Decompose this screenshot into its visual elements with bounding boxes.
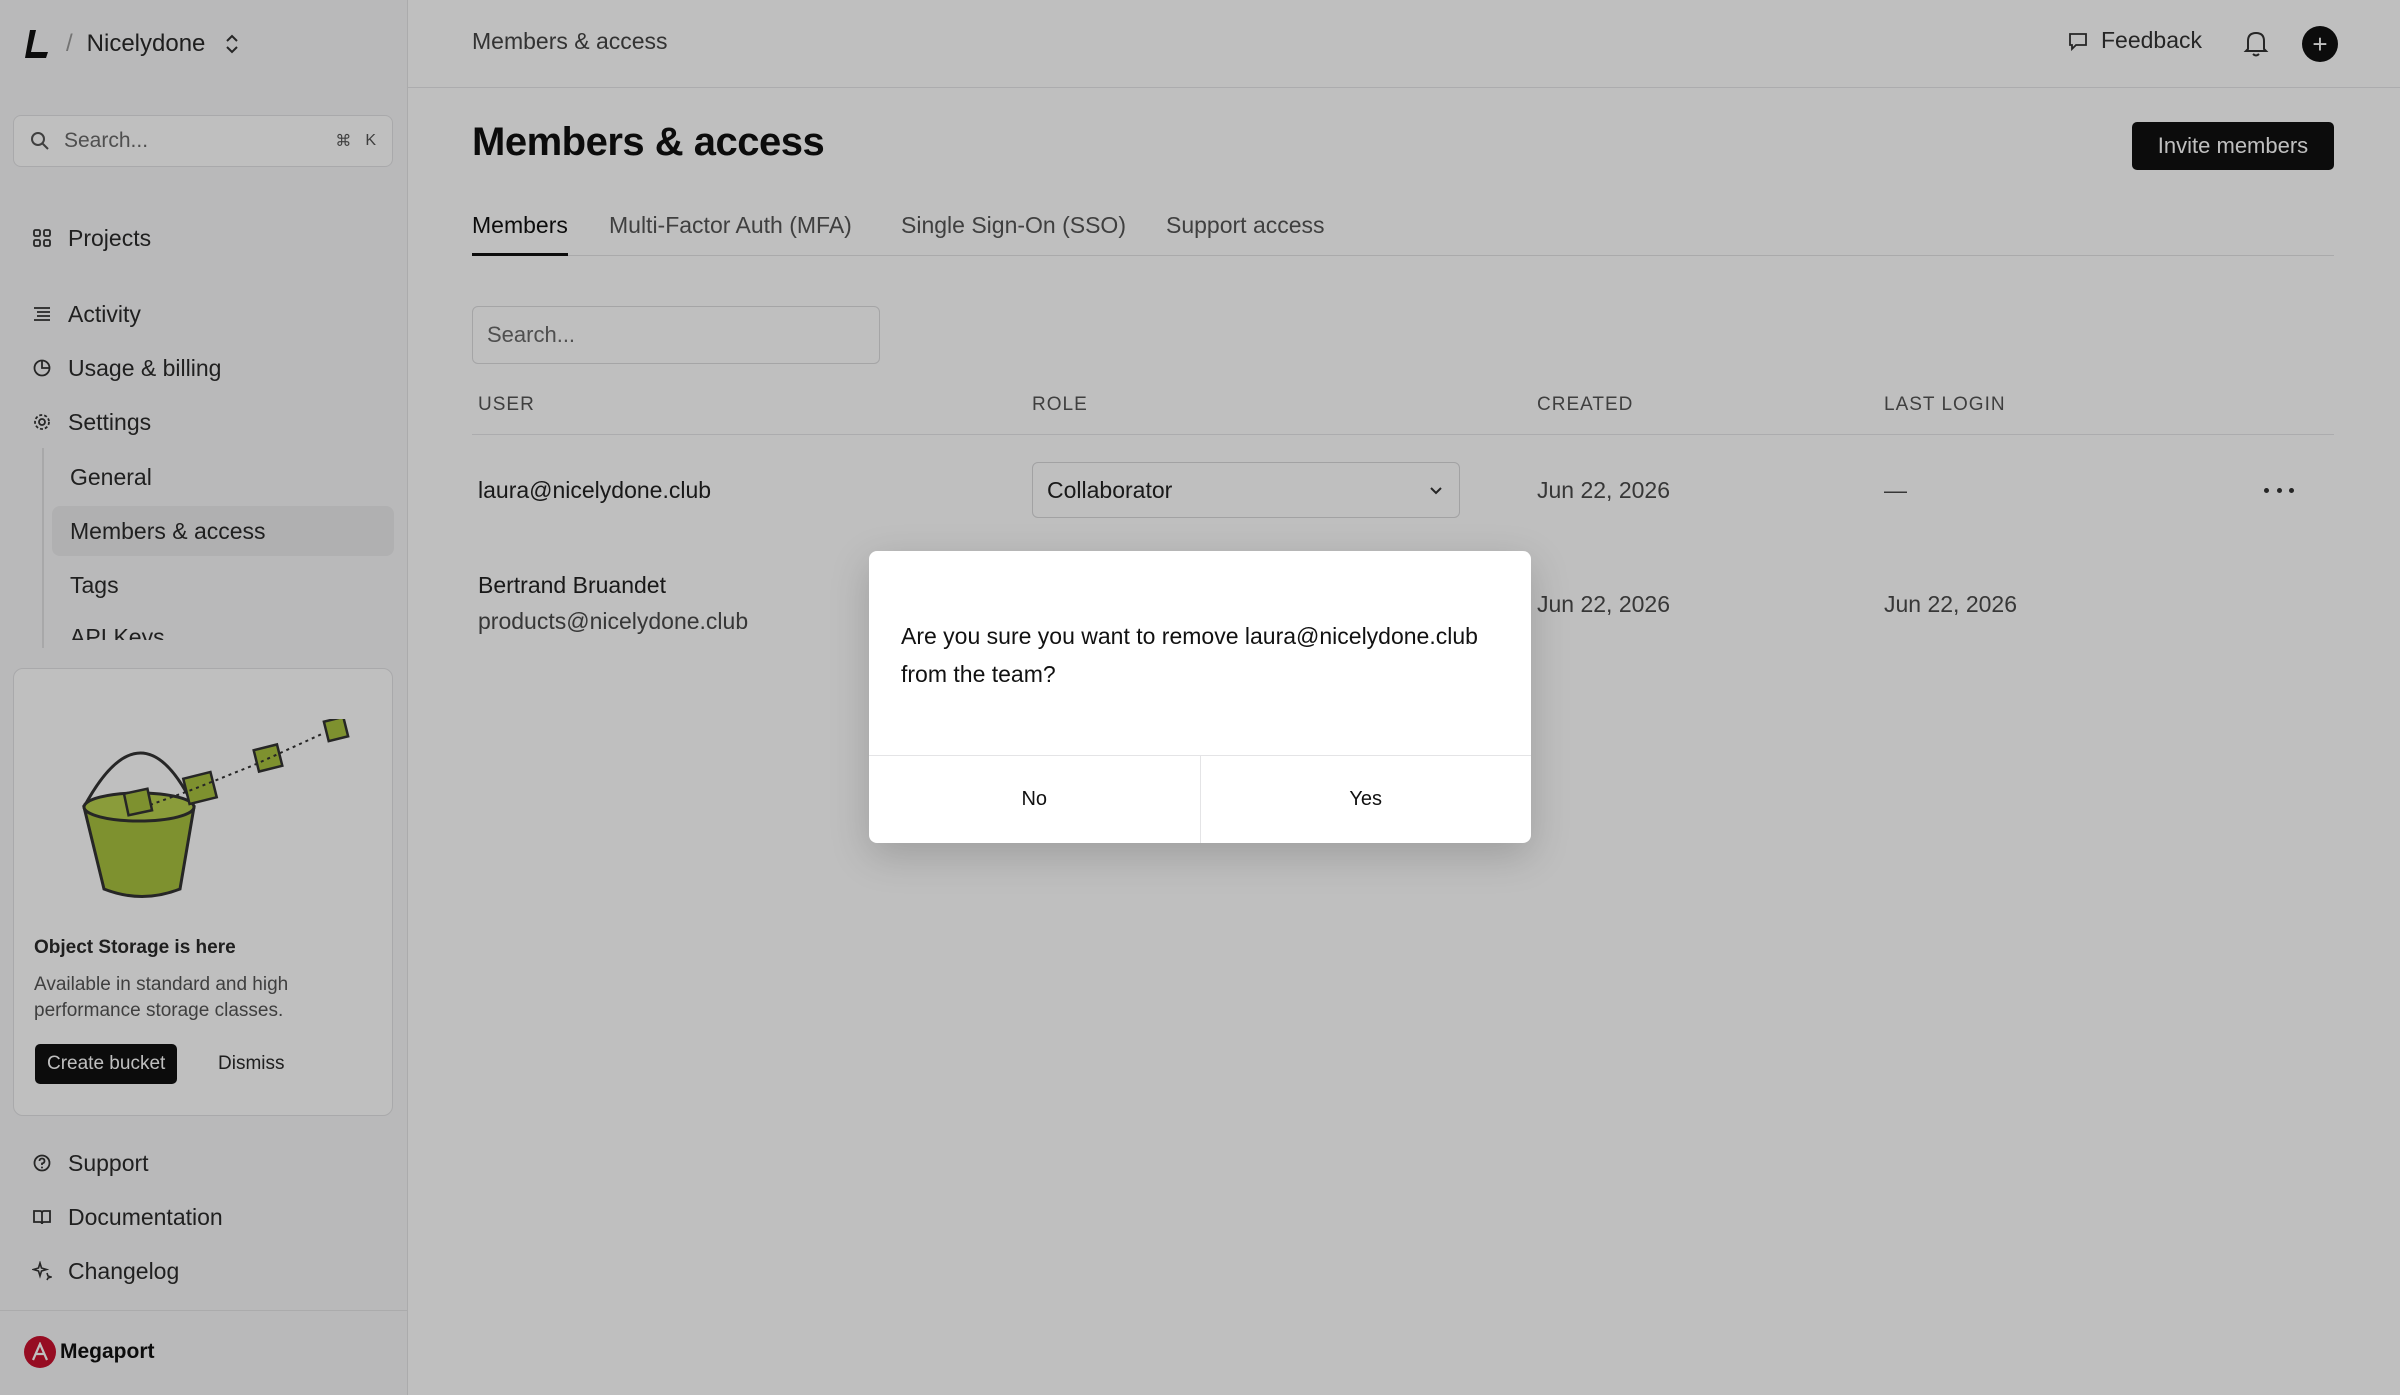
confirm-remove-dialog: Are you sure you want to remove laura@ni… xyxy=(869,551,1531,843)
yes-button[interactable]: Yes xyxy=(1201,756,1532,843)
dialog-actions: No Yes xyxy=(869,755,1531,843)
dialog-message: Are you sure you want to remove laura@ni… xyxy=(901,623,1478,687)
no-button[interactable]: No xyxy=(869,756,1201,843)
